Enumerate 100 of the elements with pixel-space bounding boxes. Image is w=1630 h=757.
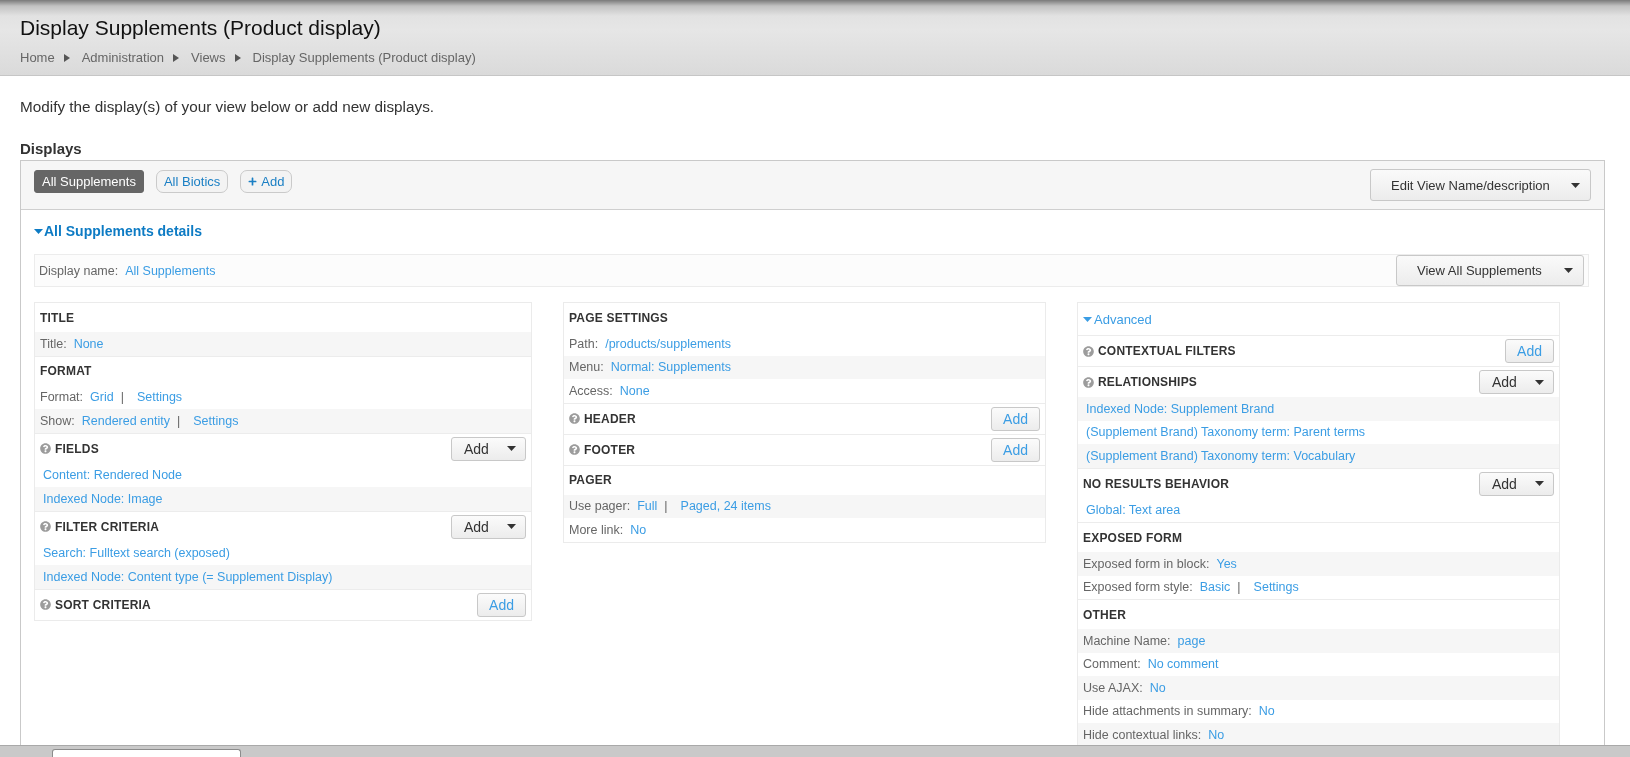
- setting-value-link[interactable]: Settings: [193, 413, 239, 428]
- setting-label: Exposed form in block:: [1083, 556, 1210, 571]
- setting-label: Comment:: [1083, 657, 1141, 672]
- setting-value-link[interactable]: No: [1208, 727, 1225, 742]
- details-toggle[interactable]: All Supplements details: [34, 222, 202, 240]
- bottom-tab[interactable]: [52, 749, 241, 757]
- setting-label: Title:: [40, 336, 67, 351]
- setting-label: Use AJAX:: [1083, 680, 1143, 695]
- setting-label: Hide attachments in summary:: [1083, 704, 1252, 719]
- setting-value-link[interactable]: Normal: Supplements: [610, 360, 731, 375]
- intro-text: Modify the display(s) of your view below or add new displays.: [20, 98, 435, 116]
- display-name-link[interactable]: All Supplements: [125, 263, 216, 278]
- setting-label: More link:: [569, 522, 624, 537]
- setting-label: Path:: [569, 336, 599, 351]
- setting-label: Menu:: [569, 360, 604, 375]
- setting-link[interactable]: Content: Rendered Node: [43, 468, 182, 483]
- setting-value-link[interactable]: Yes: [1216, 556, 1237, 571]
- plus-icon: [248, 177, 258, 186]
- setting-label: Show:: [40, 413, 75, 428]
- setting-link[interactable]: Indexed Node: Supplement Brand: [1086, 401, 1275, 416]
- setting-value-link[interactable]: Basic: [1199, 580, 1231, 595]
- caret-right-icon: [63, 54, 70, 62]
- caret-down-icon: [507, 524, 516, 529]
- section-title: TITLE: [40, 310, 75, 325]
- help-icon[interactable]: [1083, 345, 1094, 357]
- setting-link[interactable]: (Supplement Brand) Taxonomy term: Vocabulary: [1086, 448, 1356, 463]
- caret-down-icon: [1571, 182, 1580, 188]
- section-title: FORMAT: [40, 364, 92, 378]
- setting-label: Exposed form style:: [1083, 580, 1193, 595]
- view-dropdown-button[interactable]: View All Supplements: [1396, 255, 1584, 286]
- display-tab[interactable]: All Supplements: [34, 170, 144, 193]
- caret-right-icon: [234, 54, 241, 62]
- section-title: CONTEXTUAL FILTERS: [1098, 344, 1236, 358]
- add-dropdown-button[interactable]: Add: [451, 436, 526, 461]
- setting-label: Use pager:: [569, 499, 631, 514]
- setting-value-link[interactable]: No: [1258, 704, 1275, 719]
- help-icon[interactable]: [569, 413, 580, 424]
- displays-heading: Displays: [20, 140, 82, 158]
- add-button[interactable]: Add: [991, 437, 1040, 462]
- setting-label: Format:: [40, 390, 84, 405]
- setting-value-link[interactable]: Paged, 24 items: [680, 499, 771, 514]
- setting-link[interactable]: Indexed Node: Content type (= Supplement Display): [43, 569, 333, 584]
- add-dropdown-button[interactable]: Add: [1479, 370, 1554, 394]
- setting-link[interactable]: Search: Fulltext search (exposed): [43, 546, 230, 561]
- setting-value-link[interactable]: No comment: [1147, 657, 1219, 672]
- add-dropdown-button[interactable]: Add: [1479, 471, 1554, 496]
- section-title: RELATIONSHIPS: [1098, 375, 1198, 389]
- section-title: SORT CRITERIA: [55, 597, 151, 612]
- setting-link[interactable]: (Supplement Brand) Taxonomy term: Parent terms: [1086, 425, 1366, 440]
- setting-value-link[interactable]: /products/supplements: [605, 336, 731, 351]
- breadcrumb-link[interactable]: Display Supplements (Product display): [252, 50, 476, 66]
- separator: |: [664, 499, 668, 514]
- section-title: FIELDS: [55, 441, 99, 456]
- setting-label: Access:: [569, 383, 613, 398]
- help-icon[interactable]: [569, 444, 580, 455]
- setting-value-link[interactable]: No: [630, 522, 647, 537]
- breadcrumb-link[interactable]: Administration: [81, 50, 165, 66]
- setting-value-link[interactable]: None: [619, 383, 650, 398]
- setting-value-link[interactable]: Rendered entity: [81, 413, 170, 428]
- section-title: EXPOSED FORM: [1083, 530, 1183, 545]
- setting-value-link[interactable]: None: [73, 336, 104, 351]
- help-icon[interactable]: [40, 599, 51, 610]
- help-icon[interactable]: [40, 443, 51, 454]
- add-dropdown-button[interactable]: Add: [451, 514, 526, 539]
- caret-down-icon: [1535, 379, 1544, 385]
- section-title: NO RESULTS BEHAVIOR: [1083, 476, 1230, 491]
- setting-value-link[interactable]: Grid: [90, 390, 114, 405]
- setting-value-link[interactable]: No: [1149, 680, 1166, 695]
- setting-value-link[interactable]: Full: [637, 499, 658, 514]
- caret-down-icon: [1535, 481, 1544, 486]
- section-title: OTHER: [1083, 607, 1126, 622]
- breadcrumb-link[interactable]: Home: [20, 50, 55, 66]
- display-tab[interactable]: All Biotics: [155, 170, 229, 193]
- help-icon[interactable]: [1083, 376, 1094, 388]
- separator: |: [177, 413, 181, 428]
- section-title: FOOTER: [584, 442, 636, 457]
- caret-right-icon: [173, 54, 180, 62]
- setting-label: Machine Name:: [1083, 633, 1171, 648]
- help-icon[interactable]: [40, 521, 51, 532]
- breadcrumb-link[interactable]: Views: [191, 50, 226, 66]
- setting-link[interactable]: Indexed Node: Image: [43, 491, 163, 506]
- setting-value-link[interactable]: Settings: [1253, 580, 1299, 595]
- add-button[interactable]: Add: [477, 592, 526, 617]
- setting-link[interactable]: Global: Text area: [1086, 503, 1181, 518]
- section-title: HEADER: [584, 411, 636, 426]
- section-title: FILTER CRITERIA: [55, 519, 160, 534]
- separator: |: [1237, 580, 1241, 595]
- caret-down-icon: [1564, 268, 1573, 273]
- add-button[interactable]: Add: [1505, 339, 1554, 363]
- add-display-button[interactable]: Add: [240, 170, 293, 193]
- caret-down-icon: [507, 446, 516, 451]
- section-title: PAGER: [569, 473, 612, 487]
- setting-value-link[interactable]: page: [1177, 633, 1206, 648]
- edit-view-dropdown-button[interactable]: Edit View Name/description: [1370, 169, 1591, 201]
- section-title: PAGE SETTINGS: [569, 310, 669, 325]
- page-title: Display Supplements (Product display): [20, 15, 381, 41]
- setting-value-link[interactable]: Settings: [136, 390, 183, 405]
- separator: |: [120, 390, 124, 405]
- setting-label: Hide contextual links:: [1083, 727, 1202, 742]
- add-button[interactable]: Add: [991, 406, 1040, 431]
